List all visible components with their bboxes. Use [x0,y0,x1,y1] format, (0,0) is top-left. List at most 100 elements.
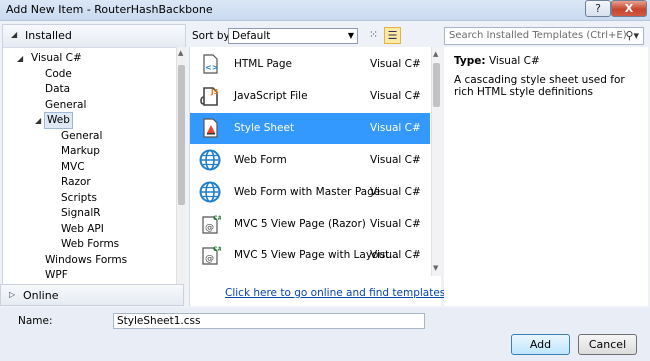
tree-item[interactable]: MVC [3,160,175,175]
template-row[interactable]: Style Sheet Visual C# [190,112,430,144]
tree-item-label: Code [45,67,72,80]
list-view-icon: ☰ [387,29,398,42]
search-icon[interactable]: ⚲▾ [625,28,639,44]
razor-page-icon: C#@ [199,213,222,235]
collapse-triangle-icon: ◢ [11,30,18,39]
svg-text:<>: <> [205,63,218,72]
tree-item[interactable]: Razor [3,175,175,190]
installed-label: Installed [25,29,72,42]
scroll-up-icon[interactable]: ▲ [178,49,183,57]
list-view-button[interactable]: ☰ [384,27,401,44]
online-header[interactable]: ▷ Online [0,284,184,306]
tree-item-label: Scripts [61,191,97,204]
svg-text:C#: C# [213,215,221,222]
details-panel: Type: Visual C# A cascading style sheet … [444,47,648,306]
template-language: Visual C# [370,58,421,70]
template-language: Visual C# [370,121,421,134]
tree-scrollbar[interactable]: ▲ ▼ [176,47,186,306]
template-name: MVC 5 View Page (Razor) [234,217,366,230]
template-row[interactable]: C#@ MVC 5 View Page (Razor) Visual C# [190,209,430,240]
html-page-icon: <> [199,53,221,75]
cancel-button[interactable]: Cancel [578,334,637,355]
tree-item-label: General [61,129,103,142]
tree-item-label: MVC [61,160,85,173]
razor-page-icon: C#@ [199,244,222,266]
template-list: <> HTML Page Visual C# JS JavaScript File Vis… [189,47,441,306]
tree-item-label: Data [45,83,71,95]
tree-item-label: Web [44,112,73,129]
search-templates-input[interactable]: Search Installed Templates (Ctrl+E) ⚲▾ [444,27,644,45]
tree-item-label: Razor [61,176,91,188]
tree-item[interactable]: Data [3,82,175,97]
template-language: Visual C# [370,185,421,198]
template-name: Web Form [234,153,287,166]
expand-triangle-icon[interactable]: ◢ [35,113,41,128]
search-placeholder: Search Installed Templates (Ctrl+E) [449,30,627,41]
tree-item-label: General [45,98,87,111]
sort-by-value: Default [232,30,271,42]
name-label: Name: [18,315,53,327]
tree-item[interactable]: Markup [3,144,175,159]
template-description: A cascading style sheet used for rich HT… [454,74,625,98]
sort-by-label: Sort by: [192,30,233,42]
add-button[interactable]: Add [511,334,570,355]
svg-text:@: @ [205,223,214,233]
category-tree: ◢ Visual C# Code Data General ◢ Web General Mark… [3,51,175,306]
svg-text:@: @ [205,254,214,264]
scroll-down-icon[interactable]: ▼ [433,264,438,272]
svg-text:C#: C# [213,246,221,253]
tree-item-label: WPF [45,269,68,281]
help-button[interactable]: ? [585,0,611,17]
template-row[interactable]: JS JavaScript File Visual C# [190,81,430,112]
installed-header[interactable]: ◢ Installed [3,25,185,48]
globe-icon [199,149,221,171]
template-row[interactable]: Web Form with Master Page Visual C# [190,177,430,208]
tree-item[interactable]: General [3,98,175,113]
svg-text:JS: JS [210,88,219,96]
type-label: Type: [454,55,486,67]
type-value: Visual C# [488,55,540,67]
tree-item[interactable]: Code [3,67,175,82]
tree-scroll-thumb[interactable] [178,65,185,205]
tree-item[interactable]: SignalR [3,206,175,221]
tree-item[interactable]: ◢ Web [3,112,175,129]
template-name: Style Sheet [234,121,295,134]
tree-item[interactable]: WPF [3,268,175,283]
expand-triangle-icon[interactable]: ◢ [17,51,23,66]
tree-item[interactable]: Web API [3,222,175,237]
template-row[interactable]: Web Form Visual C# [190,145,430,176]
template-name: HTML Page [234,58,292,70]
online-label: Online [23,289,59,302]
javascript-file-icon: JS [199,85,221,107]
expand-triangle-icon: ▷ [9,290,16,299]
grid-view-icon: ⁙ [368,28,379,41]
template-language: Visual C# [370,217,421,230]
name-input[interactable]: StyleSheet1.css [113,313,425,329]
tree-item[interactable]: Web Forms [3,237,175,252]
type-row: Type: Visual C# [454,55,540,67]
chevron-down-icon: ▼ [347,31,354,40]
tree-item[interactable]: General [3,129,175,144]
tree-item[interactable]: Scripts [3,191,175,206]
scroll-up-icon[interactable]: ▲ [433,50,438,58]
template-row[interactable]: <> HTML Page Visual C# [190,49,430,80]
template-row[interactable]: C#@MVC 5 View Page with Layout...Visual … [190,240,430,271]
close-button[interactable]: X [611,0,647,17]
template-language: Visual C# [370,249,421,262]
small-icons-view-button[interactable]: ⁙ [365,27,382,44]
template-name: JavaScript File [234,89,308,102]
tree-item-label: Visual C# [31,52,82,64]
style-sheet-icon [199,117,221,139]
tree-item-label: Windows Forms [45,253,128,266]
window-title: Add New Item - RouterHashBackbone [6,3,213,16]
template-scroll-thumb[interactable] [433,63,440,107]
find-online-templates-link[interactable]: Click here to go online and find templat… [225,287,449,299]
template-tree-panel: ◢ Installed ◢ Visual C# Code Data General ◢ We… [2,24,186,306]
tree-item-label: Web Forms [61,238,120,250]
template-list-scrollbar[interactable]: ▲ ▼ [431,47,441,276]
template-language: Visual C# [370,89,421,102]
tree-item[interactable]: Windows Forms [3,253,175,268]
sort-by-dropdown[interactable]: Default ▼ [228,28,358,44]
tree-item[interactable]: ◢ Visual C# [3,51,175,66]
template-language: Visual C# [370,153,421,166]
